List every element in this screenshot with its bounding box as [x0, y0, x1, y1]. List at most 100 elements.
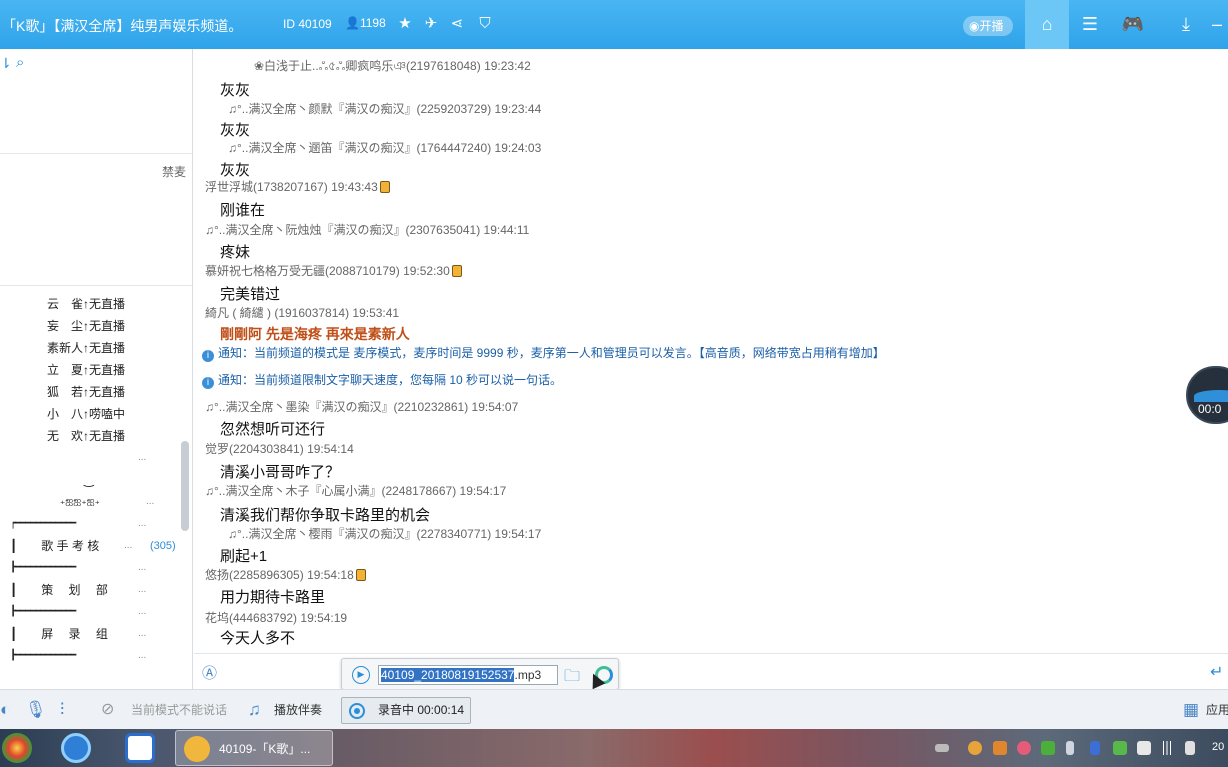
line-text: 灰灰	[220, 122, 251, 139]
line-text: ❀白浅于止..ஃ৫ஃ卿疯鸣乐ঞ(2197618048) 19:23:42	[254, 59, 531, 73]
member-name: 素新人	[47, 341, 84, 355]
tray-plus-icon[interactable]	[1041, 741, 1055, 755]
equalizer-icon[interactable]: ⫶	[60, 690, 64, 730]
baidu-netdisk-icon[interactable]	[125, 733, 155, 763]
line-text: 剛剛阿 先是海疼 再來是素新人	[220, 326, 410, 342]
app-window: 「K歌」【满汉全席】纯男声娱乐频道。 ID 40109 👤1198 ★ ✈ ⋖ …	[0, 0, 1228, 767]
network-icon[interactable]	[1160, 741, 1174, 755]
channel-count: (305)	[150, 540, 176, 552]
member-item[interactable]: 云 雀↑无直播	[0, 293, 180, 315]
channel-item[interactable]: ┣━━━━━━━━━━━━...	[0, 645, 180, 667]
music-note-icon[interactable]: ♫	[248, 690, 261, 730]
chat-message: 灰灰	[220, 119, 250, 140]
channel-item[interactable]: ‿	[0, 469, 180, 491]
chat-sender-line: 浮世浮城(1738207167) 19:43:43	[205, 178, 390, 195]
line-text: 刷起+1	[220, 548, 268, 565]
chat-message: 疼妹	[220, 241, 250, 262]
line-text: 刚谁在	[220, 202, 266, 219]
gamepad-icon[interactable]: 🎮	[1111, 0, 1155, 49]
shield-icon[interactable]: ⛉	[475, 14, 495, 34]
member-item[interactable]: 小 八↑唠嗑中	[0, 403, 180, 425]
member-name: 立 夏	[47, 363, 84, 377]
channel-item[interactable]: ┃ 屏 录 组...	[0, 623, 180, 645]
channel-item[interactable]: ...	[0, 447, 180, 469]
member-item[interactable]: 素新人↑无直播	[0, 337, 180, 359]
star-icon[interactable]: ★	[395, 14, 415, 34]
channel-item[interactable]: ┃ 策 划 部...	[0, 579, 180, 601]
channel-dots: ...	[138, 584, 147, 595]
recording-status: 录音中 00:00:14	[378, 703, 465, 717]
usb-icon[interactable]	[1066, 741, 1074, 755]
folder-icon[interactable]: 🗀	[564, 665, 580, 692]
channel-dots: ...	[138, 606, 147, 617]
member-name: 妄 尘	[47, 319, 84, 333]
font-face-icon[interactable]: Ⓐ	[202, 662, 217, 683]
microphone-icon[interactable]: 🎙	[25, 690, 47, 730]
channel-item[interactable]: ┃ 歌 手 考 核... (305)	[0, 535, 180, 557]
mobile-icon	[379, 181, 390, 193]
filter-icon[interactable]: ⇂	[0, 55, 12, 72]
play-circle-icon[interactable]: ◐	[0, 690, 10, 730]
channel-name: ┃ 策 划 部	[10, 583, 108, 597]
minimize-icon[interactable]: –	[1206, 0, 1228, 49]
channel-notice: i 通知：当前频道的模式是 麦序模式，麦序时间是 9999 秒，麦序第一人和管理员…	[202, 344, 885, 362]
member-item[interactable]: 立 夏↑无直播	[0, 359, 180, 381]
start-button-icon[interactable]	[2, 733, 32, 763]
channel-name: ‿	[84, 473, 94, 487]
plane-icon[interactable]: ✈	[421, 14, 441, 34]
apps-grid-icon[interactable]: ▦	[1183, 690, 1199, 730]
home-icon[interactable]: ⌂	[1025, 0, 1069, 49]
line-text: 清溪我们帮你争取卡路里的机会	[220, 507, 431, 524]
channel-dots: ...	[138, 628, 147, 639]
ie-browser-icon[interactable]	[61, 733, 91, 763]
mode-text: 当前模式不能说话	[131, 703, 228, 717]
accompaniment-button[interactable]: 播放伴奏	[274, 690, 322, 730]
tray-flower-icon[interactable]	[1017, 741, 1031, 755]
info-icon: i	[202, 350, 214, 362]
channel-dots: ...	[124, 540, 133, 551]
channel-dots: ...	[138, 650, 147, 661]
search-icon[interactable]: ⌕	[16, 54, 24, 71]
chrome-tray-icon[interactable]	[968, 741, 982, 755]
member-item[interactable]: 狐 若↑无直播	[0, 381, 180, 403]
apps-label[interactable]: 应用	[1206, 690, 1228, 730]
line-text: 浮世浮城(1738207167) 19:43:43	[205, 180, 378, 194]
send-icon[interactable]: ↵	[1210, 662, 1223, 682]
channel-title: 「K歌」【满汉全席】纯男声娱乐频道。	[2, 18, 243, 34]
user-count: 👤1198	[345, 16, 386, 30]
line-text: 慕妍祝七格格万受无疆(2088710179) 19:52:30	[205, 264, 450, 278]
ban-mic-label[interactable]: 禁麦	[162, 163, 186, 180]
download-icon[interactable]: ⤓	[1164, 0, 1208, 49]
line-text: ♫°..满汉全席丶木子『心属小满』(2248178667) 19:54:17	[205, 484, 507, 498]
channel-item[interactable]: ┍━━━━━━━━━━━━...	[0, 513, 180, 535]
member-item[interactable]: 无 欢↑无直播	[0, 425, 180, 447]
channel-item[interactable]: ┣━━━━━━━━━━━━...	[0, 601, 180, 623]
volume-icon[interactable]	[1185, 741, 1195, 755]
list-icon[interactable]: ☰	[1068, 0, 1112, 49]
tray-app-icon[interactable]	[993, 741, 1007, 755]
keyboard-icon[interactable]	[935, 744, 949, 752]
channel-item[interactable]: ┣━━━━━━━━━━━━...	[0, 557, 180, 579]
share-icon[interactable]: ⋖	[447, 14, 467, 34]
chat-sender-line: 觉罗(2204303841) 19:54:14	[205, 440, 354, 457]
member-name: 无 欢	[47, 429, 84, 443]
line-text: 完美错过	[220, 286, 281, 303]
member-item[interactable]: 妄 尘↑无直播	[0, 315, 180, 337]
flag-icon[interactable]	[1137, 741, 1151, 755]
recording-filename-field[interactable]: 40109_20180819152537.mp3	[378, 665, 558, 685]
left-scrollbar[interactable]	[181, 441, 189, 531]
taskbar-app-yy[interactable]: 40109-「K歌」...	[175, 730, 333, 766]
security-icon[interactable]	[1113, 741, 1127, 755]
chat-message: 刷起+1	[220, 545, 267, 566]
chat-message: 清溪小哥哥咋了？	[220, 461, 340, 482]
channel-item[interactable]: ₊ஐஐ₊ஐ₊...	[0, 491, 180, 513]
play-icon[interactable]: ▶	[352, 666, 370, 684]
channel-dots: ...	[146, 496, 155, 507]
channel-name: ┣━━━━━━━━━━━━	[10, 562, 76, 573]
line-text: 悠扬(2285896305) 19:54:18	[205, 568, 354, 582]
bluetooth-icon[interactable]	[1090, 741, 1100, 755]
go-live-button[interactable]: ◉开播	[963, 16, 1013, 36]
live-icon: ◉	[969, 19, 980, 33]
line-text: 疼妹	[220, 244, 251, 261]
recording-status-button[interactable]: 录音中 00:00:14	[341, 697, 471, 724]
